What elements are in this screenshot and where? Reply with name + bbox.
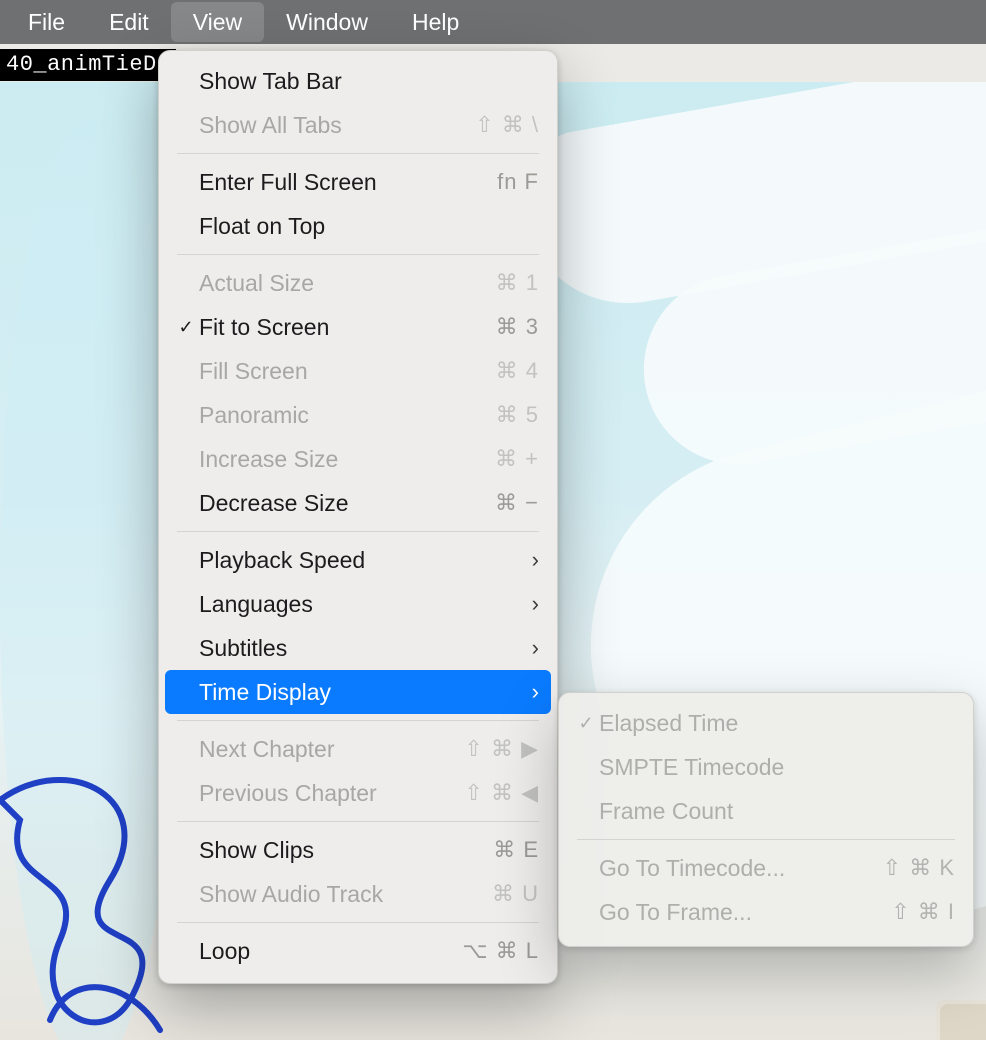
menu-separator xyxy=(177,531,539,532)
system-menubar: File Edit View Window Help xyxy=(0,0,986,44)
menu-item-fit-to-screen[interactable]: ✓ Fit to Screen ⌘ 3 xyxy=(159,305,557,349)
menu-item-subtitles[interactable]: Subtitles › xyxy=(159,626,557,670)
menu-item-label: Loop xyxy=(199,938,462,965)
menu-item-label: Show All Tabs xyxy=(199,112,475,139)
menu-item-label: Show Clips xyxy=(199,837,493,864)
time-display-submenu: ✓ Elapsed Time SMPTE Timecode Frame Coun… xyxy=(558,692,974,947)
menubar-file[interactable]: File xyxy=(6,2,87,42)
menu-item-shortcut: ⌘ E xyxy=(493,837,539,863)
menu-item-label: Go To Frame... xyxy=(599,899,891,926)
menu-item-enter-full-screen[interactable]: Enter Full Screen fn F xyxy=(159,160,557,204)
menu-item-next-chapter: Next Chapter ⇧ ⌘ ▶ xyxy=(159,727,557,771)
menu-item-label: SMPTE Timecode xyxy=(599,754,955,781)
menubar-edit[interactable]: Edit xyxy=(87,2,171,42)
menu-item-label: Enter Full Screen xyxy=(199,169,497,196)
submenu-arrow-icon: › xyxy=(521,681,539,703)
menu-item-show-audio-track: Show Audio Track ⌘ U xyxy=(159,872,557,916)
menu-item-label: Previous Chapter xyxy=(199,780,464,807)
menu-separator xyxy=(177,153,539,154)
menu-item-float-on-top[interactable]: Float on Top xyxy=(159,204,557,248)
menu-separator xyxy=(177,254,539,255)
menubar-help[interactable]: Help xyxy=(390,2,481,42)
menu-item-playback-speed[interactable]: Playback Speed › xyxy=(159,538,557,582)
menu-separator xyxy=(577,839,955,840)
menu-separator xyxy=(177,922,539,923)
submenu-arrow-icon: › xyxy=(521,549,539,571)
menu-item-shortcut: ⌘ 5 xyxy=(496,402,539,428)
menu-item-actual-size: Actual Size ⌘ 1 xyxy=(159,261,557,305)
menu-item-smpte-timecode: SMPTE Timecode xyxy=(559,745,973,789)
window-title-fragment: 40_animTieDo xyxy=(0,49,176,81)
menu-item-frame-count: Frame Count xyxy=(559,789,973,833)
menu-item-shortcut: ⌘ 1 xyxy=(496,270,539,296)
menubar-view[interactable]: View xyxy=(171,2,264,42)
submenu-arrow-icon: › xyxy=(521,593,539,615)
menu-item-shortcut: ⇧ ⌘ K xyxy=(883,855,955,881)
menu-item-label: Elapsed Time xyxy=(599,710,955,737)
menu-item-decrease-size[interactable]: Decrease Size ⌘ − xyxy=(159,481,557,525)
check-icon: ✓ xyxy=(573,713,599,734)
menu-item-fill-screen: Fill Screen ⌘ 4 xyxy=(159,349,557,393)
submenu-arrow-icon: › xyxy=(521,637,539,659)
view-menu-dropdown: Show Tab Bar Show All Tabs ⇧ ⌘ \ Enter F… xyxy=(158,50,558,984)
menu-item-increase-size: Increase Size ⌘ + xyxy=(159,437,557,481)
menu-item-label: Go To Timecode... xyxy=(599,855,883,882)
menu-item-shortcut: ⌘ U xyxy=(492,881,539,907)
menu-item-label: Playback Speed xyxy=(199,547,521,574)
menu-item-shortcut: ⇧ ⌘ I xyxy=(891,899,955,925)
menu-item-loop[interactable]: Loop ⌥ ⌘ L xyxy=(159,929,557,973)
video-player-window: File Edit View Window Help 40_animTieDo … xyxy=(0,0,986,1040)
menubar-window[interactable]: Window xyxy=(264,2,390,42)
menu-item-label: Float on Top xyxy=(199,213,539,240)
menu-item-show-all-tabs: Show All Tabs ⇧ ⌘ \ xyxy=(159,103,557,147)
menu-item-label: Subtitles xyxy=(199,635,521,662)
menu-item-label: Panoramic xyxy=(199,402,496,429)
menu-item-go-to-frame: Go To Frame... ⇧ ⌘ I xyxy=(559,890,973,934)
menu-item-shortcut: ⌥ ⌘ L xyxy=(462,938,539,964)
menu-item-shortcut: ⇧ ⌘ ▶ xyxy=(464,736,539,762)
menu-separator xyxy=(177,821,539,822)
menu-item-languages[interactable]: Languages › xyxy=(159,582,557,626)
menu-item-previous-chapter: Previous Chapter ⇧ ⌘ ◀ xyxy=(159,771,557,815)
menu-item-shortcut: ⌘ 3 xyxy=(496,314,539,340)
menu-item-label: Time Display xyxy=(199,679,521,706)
menu-item-label: Frame Count xyxy=(599,798,955,825)
menu-item-label: Decrease Size xyxy=(199,490,495,517)
menu-item-label: Increase Size xyxy=(199,446,495,473)
menu-separator xyxy=(177,720,539,721)
menu-item-label: Actual Size xyxy=(199,270,496,297)
menu-item-go-to-timecode: Go To Timecode... ⇧ ⌘ K xyxy=(559,846,973,890)
menu-item-shortcut: ⌘ + xyxy=(495,446,539,472)
menu-item-label: Languages xyxy=(199,591,521,618)
menu-item-shortcut: fn F xyxy=(497,169,539,195)
menu-item-time-display[interactable]: Time Display › xyxy=(165,670,551,714)
menu-item-shortcut: ⌘ 4 xyxy=(496,358,539,384)
menu-item-shortcut: ⇧ ⌘ ◀ xyxy=(464,780,539,806)
menu-item-label: Fill Screen xyxy=(199,358,496,385)
check-icon: ✓ xyxy=(173,317,199,338)
menu-item-label: Next Chapter xyxy=(199,736,464,763)
menu-item-show-clips[interactable]: Show Clips ⌘ E xyxy=(159,828,557,872)
menu-item-show-tab-bar[interactable]: Show Tab Bar xyxy=(159,59,557,103)
menu-item-elapsed-time: ✓ Elapsed Time xyxy=(559,701,973,745)
menu-item-label: Show Tab Bar xyxy=(199,68,539,95)
menu-item-shortcut: ⌘ − xyxy=(495,490,539,516)
menu-item-panoramic: Panoramic ⌘ 5 xyxy=(159,393,557,437)
menu-item-label: Show Audio Track xyxy=(199,881,492,908)
menu-item-shortcut: ⇧ ⌘ \ xyxy=(475,112,539,138)
menu-item-label: Fit to Screen xyxy=(199,314,496,341)
background-shape xyxy=(936,1000,986,1040)
